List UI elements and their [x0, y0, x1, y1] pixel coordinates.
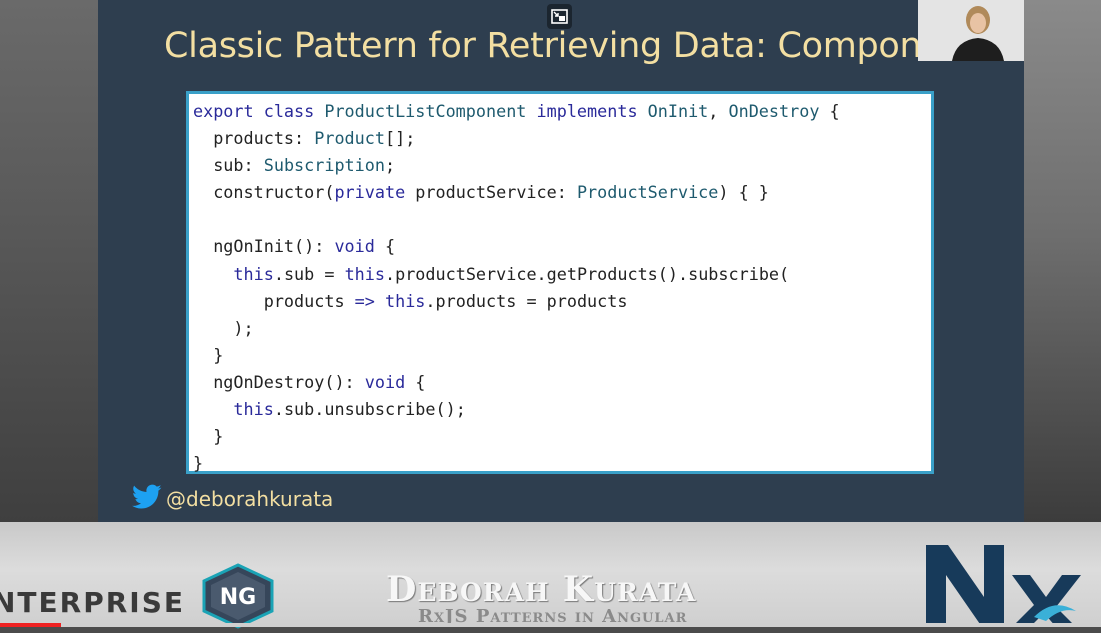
code-block: export class ProductListComponent implem… — [186, 91, 934, 474]
code-line: sub: Subscription; — [193, 155, 396, 176]
code-line: } — [193, 453, 204, 474]
ng-logo-text: NG — [220, 585, 256, 610]
code-line: ngOnDestroy(): void { — [193, 371, 426, 392]
code-line: ); — [193, 317, 254, 338]
video-progress-fill — [0, 623, 61, 627]
slide-title: Classic Pattern for Retrieving Data: Com… — [164, 26, 978, 66]
exit-miniplayer-button[interactable] — [547, 4, 572, 29]
twitter-handle: @deborahkurata — [166, 487, 334, 511]
code-line: this.sub.unsubscribe(); — [233, 399, 466, 420]
code-line: products: Product[]; — [193, 128, 416, 149]
enterprise-logo-text: NTERPRISE — [0, 586, 186, 619]
code-line: } — [193, 426, 224, 447]
code-line: this.sub = this.productService.getProduc… — [233, 263, 790, 284]
code-line: export class ProductListComponent implem… — [193, 101, 840, 121]
nx-logo-icon — [926, 545, 1101, 631]
background-right — [1024, 0, 1101, 522]
twitter-bird-icon — [132, 484, 162, 514]
exit-miniplayer-icon — [551, 9, 568, 24]
code-line: ​ — [193, 206, 840, 233]
code-line: constructor(private productService: Prod… — [193, 182, 769, 203]
twitter-handle-row: @deborahkurata — [132, 484, 333, 514]
code-text: export class ProductListComponent implem… — [193, 98, 840, 477]
code-line: products => this.products = products — [193, 290, 628, 311]
code-line: ngOnInit(): void { — [193, 236, 396, 257]
video-progress-bar[interactable] — [0, 623, 1101, 627]
speaker-name: Deborah Kurata — [386, 569, 697, 610]
speaker-webcam — [918, 0, 1024, 61]
background-left — [0, 0, 98, 522]
slide: Classic Pattern for Retrieving Data: Com… — [98, 0, 1024, 522]
code-line: } — [193, 344, 224, 365]
